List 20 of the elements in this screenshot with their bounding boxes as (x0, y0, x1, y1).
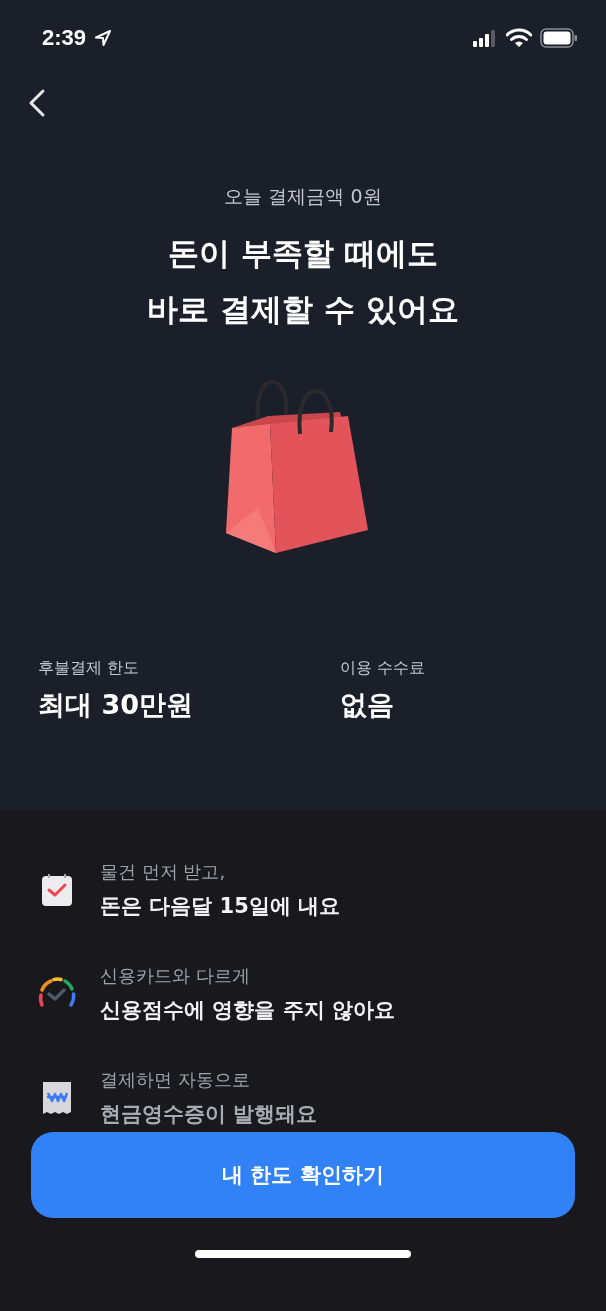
feature-caption: 신용카드와 다르게 (100, 964, 251, 988)
feature-caption: 물건 먼저 받고, (100, 860, 227, 884)
stat-label: 후불결제 한도 (38, 658, 141, 679)
check-limit-button[interactable]: 내 한도 확인하기 (31, 1132, 575, 1218)
stat-label: 이용 수수료 (340, 658, 426, 679)
feature-caption: 결제하면 자동으로 (100, 1068, 251, 1092)
stat-value: 최대 30만원 (38, 688, 194, 722)
feature-headline: 현금영수증이 발행돼요 (100, 1101, 318, 1128)
headline-text: 바로 결제할 수 있어요 (147, 290, 459, 329)
status-time: 2:39 (42, 25, 87, 51)
feature-headline: 신용점수에 영향을 주지 않아요 (100, 997, 395, 1024)
payment-amount-text: 오늘 결제금액 0원 (224, 184, 382, 209)
signal-icon (472, 29, 498, 47)
battery-icon (540, 28, 578, 48)
headline-text: 돈이 부족할 때에도 (168, 234, 438, 273)
stat-value: 없음 (340, 688, 395, 722)
feature-headline: 돈은 다음달 15일에 내요 (100, 893, 341, 920)
location-arrow-icon (94, 29, 113, 47)
wifi-icon (506, 28, 532, 48)
back-button[interactable] (28, 88, 46, 118)
